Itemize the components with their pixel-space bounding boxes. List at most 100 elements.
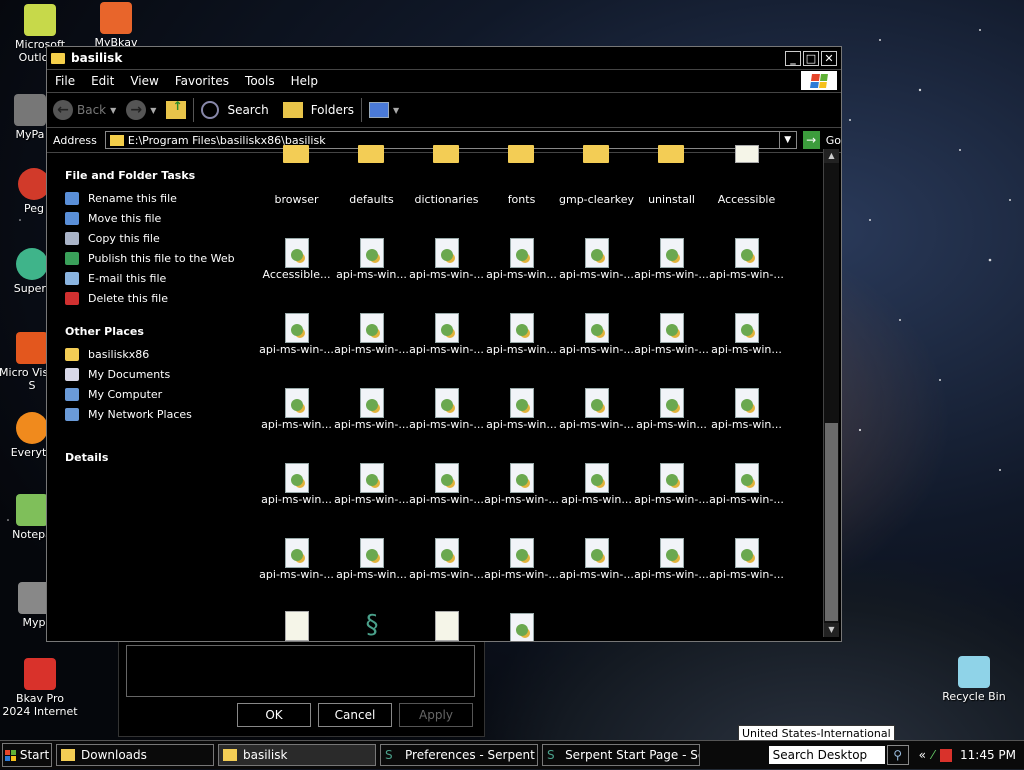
file-item[interactable]: Accessible...	[259, 220, 334, 295]
back-dropdown-icon[interactable]: ▼	[110, 106, 116, 115]
file-item[interactable]: api-ms-win...	[334, 220, 409, 295]
file-item[interactable]: Accessible	[709, 145, 784, 220]
task-item[interactable]: Publish this file to the Web	[65, 252, 245, 265]
file-item[interactable]: basilisk.Vis...	[409, 595, 484, 641]
place-item[interactable]: My Network Places	[65, 408, 245, 421]
details-heading[interactable]: Details	[65, 451, 245, 464]
file-item[interactable]: api-ms-win-...	[709, 445, 784, 520]
cancel-button[interactable]: Cancel	[318, 703, 392, 727]
taskbar-item-downloads[interactable]: Downloads	[56, 744, 214, 766]
desktop-search-input[interactable]: Search Desktop	[768, 746, 885, 764]
scroll-down-icon[interactable]: ▼	[824, 623, 839, 637]
file-item[interactable]: api-ms-win...	[709, 370, 784, 445]
desktop-icon-recycle-bin[interactable]: Recycle Bin	[936, 656, 1012, 703]
go-button[interactable]: Go	[826, 134, 841, 147]
close-button[interactable]: ✕	[821, 50, 837, 66]
ok-button[interactable]: OK	[237, 703, 311, 727]
task-item[interactable]: Rename this file	[65, 192, 245, 205]
file-item[interactable]: api-ms-win...	[559, 445, 634, 520]
file-item[interactable]: api-ms-win-...	[409, 445, 484, 520]
file-item[interactable]: api-ms-win...	[709, 295, 784, 370]
task-item[interactable]: Move this file	[65, 212, 245, 225]
file-item[interactable]: api-ms-win...	[484, 295, 559, 370]
file-item[interactable]: api-ms-win-...	[559, 295, 634, 370]
tray-app-icon[interactable]: ⁄	[932, 748, 934, 762]
menu-favorites[interactable]: Favorites	[167, 74, 237, 88]
forward-dropdown-icon[interactable]: ▼	[150, 106, 156, 115]
file-item[interactable]: api-ms-win-...	[259, 295, 334, 370]
file-item[interactable]: api-ms-win-...	[634, 220, 709, 295]
views-dropdown-icon[interactable]: ▼	[393, 106, 399, 115]
file-item[interactable]: api-ms-win...	[334, 520, 409, 595]
file-item[interactable]: application	[259, 595, 334, 641]
taskbar-item-basilisk[interactable]: basilisk	[218, 744, 376, 766]
views-icon[interactable]	[369, 102, 390, 118]
maximize-button[interactable]: □	[803, 50, 819, 66]
file-item[interactable]: uninstall	[634, 145, 709, 220]
tray-expand-icon[interactable]: «	[919, 748, 926, 762]
task-item[interactable]: Delete this file	[65, 292, 245, 305]
file-item[interactable]: api-ms-win-...	[484, 445, 559, 520]
file-item[interactable]: browser	[259, 145, 334, 220]
file-item[interactable]: api-ms-win...	[484, 220, 559, 295]
desktop-icon-mybkav[interactable]: MyBkav	[78, 2, 154, 48]
file-folder-tasks-heading[interactable]: File and Folder Tasks	[65, 169, 245, 182]
file-item[interactable]: api-ms-win-...	[709, 220, 784, 295]
folders-button-label[interactable]: Folders	[311, 103, 354, 117]
file-item[interactable]: api-ms-win-...	[334, 445, 409, 520]
file-item[interactable]: api-ms-win-...	[409, 520, 484, 595]
file-item[interactable]: api-ms-win-...	[334, 370, 409, 445]
search-icon[interactable]	[201, 101, 220, 119]
file-item[interactable]: api-ms-win-...	[559, 520, 634, 595]
file-item[interactable]: api-ms-win-...	[409, 295, 484, 370]
task-item[interactable]: Copy this file	[65, 232, 245, 245]
taskbar-item-preferences-serpent[interactable]: S Preferences - Serpent	[380, 744, 538, 766]
desktop-icon-bkav-pro[interactable]: Bkav Pro 2024 Internet Sec...	[2, 658, 78, 716]
other-places-heading[interactable]: Other Places	[65, 325, 245, 338]
file-item[interactable]: api-ms-win-...	[559, 370, 634, 445]
file-item[interactable]: dictionaries	[409, 145, 484, 220]
task-item[interactable]: E-mail this file	[65, 272, 245, 285]
back-arrow-icon[interactable]: ←	[53, 100, 73, 120]
scrollbar-thumb[interactable]	[825, 423, 838, 621]
file-item[interactable]: api-ms-win-...	[559, 220, 634, 295]
search-button-label[interactable]: Search	[227, 103, 268, 117]
file-item[interactable]: gmp-clearkey	[559, 145, 634, 220]
file-item[interactable]: chrome.ma...	[484, 595, 559, 641]
file-item[interactable]: api-ms-win-...	[634, 520, 709, 595]
file-item[interactable]: api-ms-win-...	[259, 520, 334, 595]
place-item[interactable]: basiliskx86	[65, 348, 245, 361]
title-bar[interactable]: basilisk _ □ ✕	[47, 47, 841, 69]
clock[interactable]: 11:45 PM	[960, 748, 1016, 762]
file-item[interactable]: api-ms-win-...	[409, 370, 484, 445]
file-item[interactable]: §basilisk	[334, 595, 409, 641]
search-icon[interactable]: ⚲	[886, 745, 909, 765]
minimize-button[interactable]: _	[785, 50, 801, 66]
file-item[interactable]: api-ms-win...	[259, 370, 334, 445]
menu-file[interactable]: File	[47, 74, 83, 88]
place-item[interactable]: My Documents	[65, 368, 245, 381]
taskbar-item-serpent-start-page[interactable]: S Serpent Start Page - Ser...	[542, 744, 700, 766]
file-item[interactable]: api-ms-win...	[634, 370, 709, 445]
file-item[interactable]: fonts	[484, 145, 559, 220]
file-item[interactable]: api-ms-win-...	[634, 445, 709, 520]
menu-tools[interactable]: Tools	[237, 74, 283, 88]
file-item[interactable]: api-ms-win-...	[484, 520, 559, 595]
menu-view[interactable]: View	[122, 74, 166, 88]
scroll-up-icon[interactable]: ▲	[824, 149, 839, 163]
back-button-label[interactable]: Back	[77, 103, 106, 117]
file-item[interactable]: api-ms-win...	[259, 445, 334, 520]
file-item[interactable]: api-ms-win-...	[634, 295, 709, 370]
menu-edit[interactable]: Edit	[83, 74, 122, 88]
forward-arrow-icon[interactable]: →	[126, 100, 147, 120]
apply-button[interactable]: Apply	[399, 703, 473, 727]
folders-icon[interactable]	[282, 102, 303, 118]
place-item[interactable]: My Computer	[65, 388, 245, 401]
menu-help[interactable]: Help	[283, 74, 326, 88]
file-item[interactable]: api-ms-win-...	[409, 220, 484, 295]
start-button[interactable]: Start	[2, 743, 52, 767]
bkav-tray-icon[interactable]	[940, 748, 952, 762]
file-item[interactable]: api-ms-win-...	[334, 295, 409, 370]
file-item[interactable]: api-ms-win-...	[709, 520, 784, 595]
file-item[interactable]: api-ms-win...	[484, 370, 559, 445]
